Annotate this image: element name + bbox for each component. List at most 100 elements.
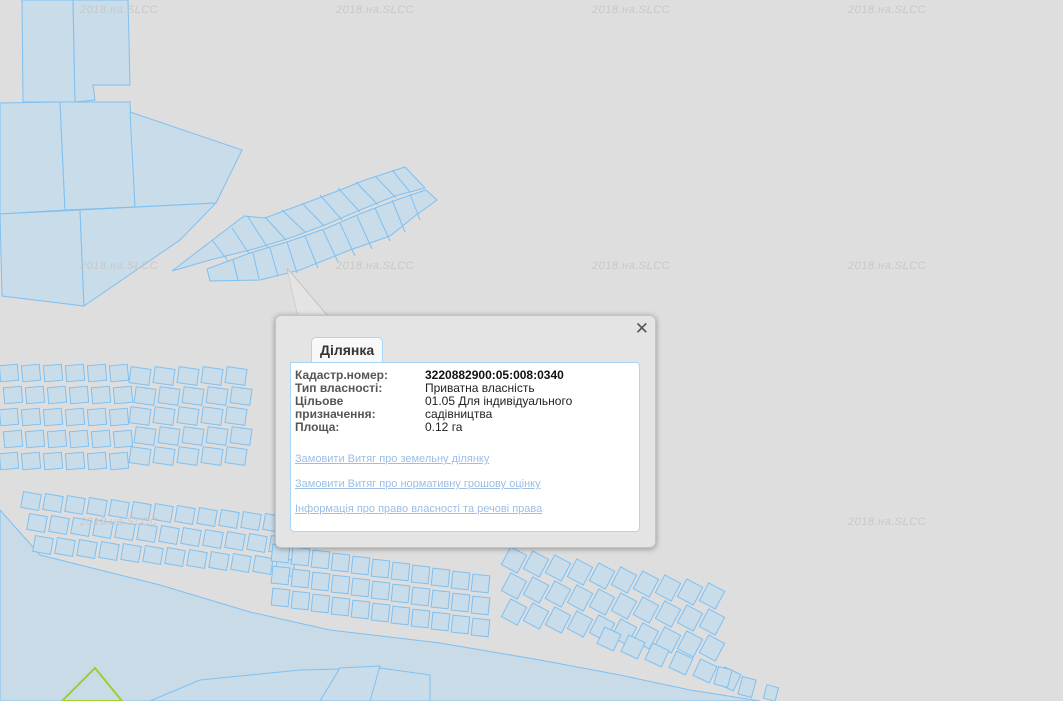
map-parcel[interactable]	[450, 570, 471, 591]
map-parcel[interactable]	[181, 386, 205, 406]
ownership-info-link[interactable]: Інформація про право власності та речові…	[295, 503, 635, 515]
map-parcel[interactable]	[112, 429, 134, 449]
map-parcel[interactable]	[676, 578, 704, 606]
map-parcel[interactable]	[20, 451, 42, 471]
map-parcel[interactable]	[632, 596, 660, 624]
map-parcel[interactable]	[350, 555, 371, 576]
map-parcel[interactable]	[246, 532, 268, 554]
map-parcel[interactable]	[330, 552, 351, 573]
map-parcel[interactable]	[330, 574, 351, 595]
map-parcel[interactable]	[86, 451, 108, 471]
map-parcel[interactable]	[200, 406, 224, 426]
map-parcel[interactable]	[450, 614, 471, 635]
map-parcel[interactable]	[152, 366, 176, 386]
map-parcel[interactable]	[64, 451, 86, 471]
map-parcel[interactable]	[500, 546, 528, 574]
map-parcel[interactable]	[157, 426, 181, 446]
map-parcel[interactable]	[470, 617, 491, 638]
map-parcel[interactable]	[698, 608, 726, 636]
map-parcel[interactable]	[86, 363, 108, 383]
map-parcel[interactable]	[128, 366, 152, 386]
map-parcel[interactable]	[98, 540, 120, 562]
map-parcel[interactable]	[152, 446, 176, 466]
map-parcel[interactable]	[692, 658, 718, 684]
map-parcel[interactable]	[20, 407, 42, 427]
map-parcel[interactable]	[698, 634, 726, 662]
tab-parcel[interactable]: Ділянка	[311, 337, 384, 363]
map-parcel[interactable]	[26, 512, 48, 534]
map-parcel[interactable]	[229, 386, 253, 406]
map-parcel[interactable]	[390, 583, 411, 604]
map-parcel[interactable]	[54, 536, 76, 558]
map-parcel[interactable]	[42, 451, 64, 471]
map-parcel[interactable]	[370, 558, 391, 579]
map-parcel[interactable]	[290, 568, 311, 589]
map-parcel[interactable]	[230, 552, 252, 574]
map-parcel[interactable]	[290, 546, 311, 567]
map-parcel[interactable]	[229, 426, 253, 446]
map-parcel[interactable]	[522, 576, 550, 604]
map-parcel[interactable]	[588, 562, 616, 590]
map-parcel[interactable]	[68, 429, 90, 449]
map-parcel[interactable]	[86, 496, 108, 518]
map-parcel[interactable]	[186, 548, 208, 570]
order-valuation-extract-link[interactable]: Замовити Витяг про нормативну грошову оц…	[295, 478, 635, 490]
map-parcel[interactable]	[470, 573, 491, 594]
map-parcel[interactable]	[522, 602, 550, 630]
map-parcel[interactable]	[330, 596, 351, 617]
map-parcel[interactable]	[42, 492, 64, 514]
map-parcel[interactable]	[120, 542, 142, 564]
map-parcel[interactable]	[410, 608, 431, 629]
map-parcel[interactable]	[157, 386, 181, 406]
map-parcel[interactable]	[310, 549, 331, 570]
map-parcel[interactable]	[142, 544, 164, 566]
map-parcel[interactable]	[164, 546, 186, 568]
map-parcel[interactable]	[370, 580, 391, 601]
map-parcel[interactable]	[202, 528, 224, 550]
map-parcel[interactable]	[24, 385, 46, 405]
map-parcel[interactable]	[566, 610, 594, 638]
map-parcel[interactable]	[566, 584, 594, 612]
map-parcel[interactable]	[86, 407, 108, 427]
map-parcel[interactable]	[128, 446, 152, 466]
map-parcel[interactable]	[470, 595, 491, 616]
map-parcel[interactable]	[698, 582, 726, 610]
map-parcel[interactable]	[158, 524, 180, 546]
map-parcel[interactable]	[522, 550, 550, 578]
map-parcel[interactable]	[544, 580, 572, 608]
map-parcel[interactable]	[128, 406, 152, 426]
map-parcel[interactable]	[500, 598, 528, 626]
map-parcel[interactable]	[133, 426, 157, 446]
map-parcel[interactable]	[2, 429, 24, 449]
map-parcel[interactable]	[610, 566, 638, 594]
map-parcel[interactable]	[133, 386, 157, 406]
map-parcel[interactable]	[200, 366, 224, 386]
map-parcel[interactable]	[42, 407, 64, 427]
map-parcel[interactable]	[176, 446, 200, 466]
map-parcel[interactable]	[46, 429, 68, 449]
map-parcel[interactable]	[0, 407, 20, 427]
map-parcel[interactable]	[32, 534, 54, 556]
map-parcel[interactable]	[544, 554, 572, 582]
map-parcel[interactable]	[430, 589, 451, 610]
map-parcel[interactable]	[218, 508, 240, 530]
map-parcel[interactable]	[181, 426, 205, 446]
map-parcel[interactable]	[270, 587, 291, 608]
map-parcel[interactable]	[59, 101, 136, 211]
map-parcel[interactable]	[64, 407, 86, 427]
map-parcel[interactable]	[654, 574, 682, 602]
map-parcel[interactable]	[0, 451, 20, 471]
map-parcel[interactable]	[0, 363, 20, 383]
map-parcel[interactable]	[410, 564, 431, 585]
map-parcel[interactable]	[205, 426, 229, 446]
map-parcel[interactable]	[21, 0, 76, 103]
map-parcel[interactable]	[430, 567, 451, 588]
map-parcel[interactable]	[174, 504, 196, 526]
map-parcel[interactable]	[762, 684, 780, 701]
map-parcel[interactable]	[500, 572, 528, 600]
map-parcel[interactable]	[224, 446, 248, 466]
map-parcel[interactable]	[240, 510, 262, 532]
map-parcel[interactable]	[180, 526, 202, 548]
map-parcel[interactable]	[224, 406, 248, 426]
map-parcel[interactable]	[588, 588, 616, 616]
